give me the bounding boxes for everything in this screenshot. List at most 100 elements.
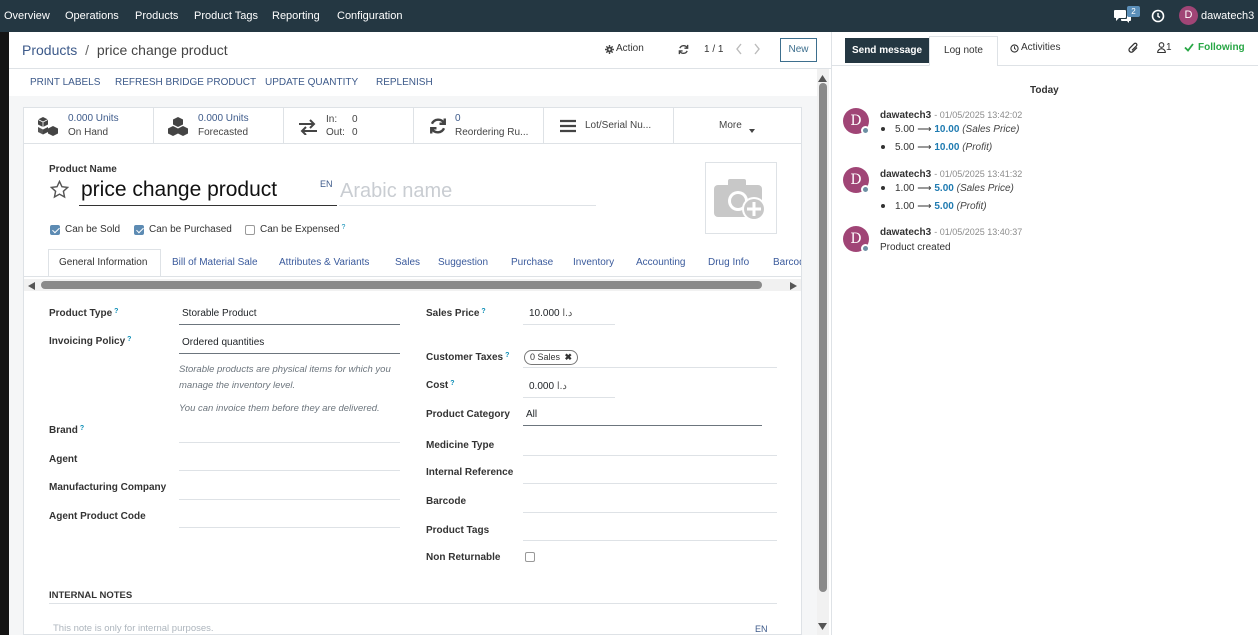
forecasted-label: Forecasted — [198, 127, 249, 138]
tab-sales[interactable]: Sales — [395, 248, 420, 276]
invoicing-policy-select[interactable]: Ordered quantities — [179, 332, 400, 354]
lot-serial-button[interactable]: Lot/Serial Nu... — [544, 108, 674, 144]
internal-notes-placeholder[interactable]: This note is only for internal purposes. — [53, 623, 214, 634]
product-type-label: Product Type? — [49, 308, 119, 319]
tab-drug-info[interactable]: Drug Info — [708, 248, 749, 276]
message-author[interactable]: dawatech3 — [880, 110, 931, 121]
message-author[interactable]: dawatech3 — [880, 169, 931, 180]
in-label: In: — [326, 114, 338, 125]
barcode-field[interactable] — [523, 491, 777, 513]
chatter-panel: Send message Log note Activities 1 Follo… — [831, 32, 1258, 635]
medicine-type-field[interactable] — [523, 434, 777, 456]
menu-product-tags[interactable]: Product Tags — [194, 0, 258, 32]
message-avatar[interactable]: D — [843, 167, 870, 194]
following-button[interactable]: Following — [1198, 42, 1245, 53]
list-icon — [560, 119, 576, 136]
product-tags-field[interactable] — [523, 519, 777, 541]
user-icon[interactable] — [1157, 42, 1166, 56]
scroll-left-icon[interactable] — [28, 281, 35, 293]
new-button[interactable]: New — [780, 38, 817, 62]
menu-overview[interactable]: Overview — [4, 0, 50, 32]
tab-purchase[interactable]: Purchase — [511, 248, 553, 276]
tracking-line: 1.00 ⟶ 5.00 (Sales Price) — [881, 183, 1014, 194]
menu-products[interactable]: Products — [135, 0, 178, 32]
menu-configuration[interactable]: Configuration — [337, 0, 402, 32]
followers-count[interactable]: 1 — [1166, 42, 1172, 53]
check-icon — [1184, 43, 1194, 55]
form-scrollbar-thumb[interactable] — [819, 83, 827, 592]
can-be-purchased-checkbox[interactable] — [134, 225, 144, 235]
reordering-rules-button[interactable]: 0 Reordering Ru... — [414, 108, 544, 144]
menu-reporting[interactable]: Reporting — [272, 0, 320, 32]
product-category-field[interactable]: All — [523, 404, 762, 426]
lot-serial-label: Lot/Serial Nu... — [585, 120, 652, 131]
product-category-label: Product Category — [426, 409, 510, 420]
notes-lang-button[interactable]: EN — [755, 624, 768, 634]
refresh-icon[interactable] — [678, 44, 689, 58]
sales-price-field[interactable]: د.ا 10.000 — [523, 303, 615, 325]
forecasted-value: 0.000 Units — [198, 113, 249, 124]
tab-barcode[interactable]: Barcode — [773, 248, 801, 276]
user-name[interactable]: dawatech3 — [1201, 10, 1254, 22]
send-message-button[interactable]: Send message — [845, 38, 929, 63]
form-scrollbar[interactable] — [817, 69, 829, 635]
agent-field[interactable] — [179, 449, 400, 471]
in-out-button[interactable]: In: 0 Out: 0 — [284, 108, 414, 144]
menu-operations[interactable]: Operations — [65, 0, 119, 32]
manufacturing-company-field[interactable] — [179, 478, 400, 500]
product-type-select[interactable]: Storable Product — [179, 303, 400, 325]
pager-value[interactable]: 1 / 1 — [704, 44, 723, 55]
tab-bill-of-material-sale[interactable]: Bill of Material Sale — [172, 248, 258, 276]
message-avatar[interactable]: D — [843, 226, 870, 253]
action-menu-button[interactable]: Action — [616, 43, 644, 54]
tax-tag-label: 0 Sales — [530, 352, 561, 362]
log-note-button[interactable]: Log note — [929, 36, 998, 66]
product-image[interactable] — [705, 162, 777, 234]
clock-icon[interactable] — [1151, 9, 1165, 26]
on-hand-label: On Hand — [68, 127, 109, 138]
star-icon[interactable] — [49, 179, 70, 202]
forecasted-button[interactable]: 0.000 Units Forecasted — [154, 108, 284, 144]
print-labels-button[interactable]: PRINT LABELS — [30, 77, 100, 88]
internal-reference-field[interactable] — [523, 462, 777, 484]
update-quantity-button[interactable]: UPDATE QUANTITY — [265, 77, 358, 88]
replenish-button[interactable]: REPLENISH — [376, 77, 433, 88]
product-name-value: price change product — [81, 178, 278, 201]
arabic-name-placeholder: Arabic name — [340, 180, 453, 202]
tab-attributes-variants[interactable]: Attributes & Variants — [279, 248, 369, 276]
tab-inventory[interactable]: Inventory — [573, 248, 614, 276]
activities-button[interactable]: Activities — [1021, 42, 1060, 53]
tabs-scrollbar[interactable] — [24, 279, 801, 291]
on-hand-button[interactable]: 0.000 Units On Hand — [24, 108, 154, 144]
scrollbar-thumb[interactable] — [41, 281, 762, 289]
chevron-right-icon[interactable] — [753, 43, 761, 58]
arabic-name-field[interactable]: Arabic name — [339, 176, 596, 206]
tab-general-information[interactable]: General Information — [59, 248, 147, 276]
message-avatar[interactable]: D — [843, 108, 870, 135]
customer-taxes-field[interactable]: 0 Sales ✖ — [523, 346, 777, 368]
invoicing-policy-label: Invoicing Policy? — [49, 336, 132, 347]
translate-lang-button[interactable]: EN — [320, 179, 333, 189]
more-button[interactable]: More — [674, 108, 801, 144]
non-returnable-checkbox[interactable] — [525, 552, 535, 562]
breadcrumb-products[interactable]: Products — [22, 42, 77, 58]
currency-symbol: د.ا — [562, 308, 573, 319]
brand-field[interactable] — [179, 421, 400, 443]
scroll-down-icon[interactable] — [818, 621, 827, 633]
message-author[interactable]: dawatech3 — [880, 227, 931, 238]
scroll-right-icon[interactable] — [790, 281, 797, 293]
chevron-left-icon[interactable] — [735, 43, 743, 58]
user-avatar[interactable]: D — [1179, 6, 1198, 25]
agent-product-code-field[interactable] — [179, 506, 400, 528]
tab-accounting[interactable]: Accounting — [636, 248, 685, 276]
gear-icon[interactable] — [605, 45, 614, 57]
help-tooltip-icon[interactable]: ? — [342, 224, 346, 231]
can-be-sold-checkbox[interactable] — [50, 225, 60, 235]
paperclip-icon[interactable] — [1128, 42, 1139, 57]
tab-suggestion[interactable]: Suggestion — [438, 248, 488, 276]
refresh-bridge-product-button[interactable]: REFRESH BRIDGE PRODUCT — [115, 77, 256, 88]
can-be-expensed-checkbox[interactable] — [245, 225, 255, 235]
product-name-field[interactable]: price change product — [79, 176, 337, 206]
cost-field[interactable]: د.ا 0.000 — [523, 376, 615, 398]
remove-tag-icon[interactable]: ✖ — [565, 352, 573, 362]
